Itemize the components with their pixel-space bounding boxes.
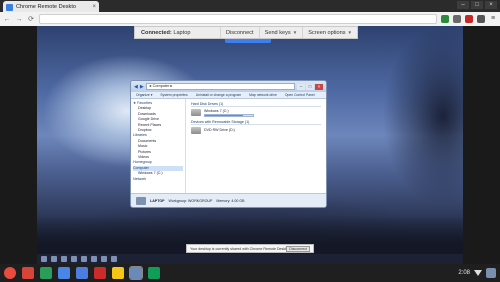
explorer-content: Hard Disk Drives (1) Windows 7 (C:) Devi… [186,99,326,193]
chrome-icon[interactable] [4,267,16,279]
connection-bar-toggle[interactable] [225,39,271,43]
tab-close-icon[interactable]: × [92,4,96,10]
chromeos-shelf: 2:08 [0,264,500,282]
connection-status: Connected: Laptop [135,30,220,36]
send-keys-label: Send keys [264,29,291,36]
close-window-button[interactable]: × [485,1,497,9]
extension-icon[interactable] [453,15,461,23]
maximize-button[interactable]: □ [471,1,483,9]
chrome-menu-icon[interactable]: ≡ [489,15,497,23]
disconnect-label: Disconnect [225,29,254,36]
taskbar-app-icon[interactable] [91,256,97,262]
explorer-window-controls: – □ × [297,83,323,90]
clock: 2:08 [458,270,470,276]
extension-icon[interactable] [477,15,485,23]
drive-usage-bar [204,114,254,117]
explorer-details-pane: LAPTOP Workgroup: WORKGROUP Memory: 4.00… [131,193,326,207]
forward-arrow-icon[interactable]: ▶ [140,84,144,90]
memory-text: Memory: 4.00 GB [216,199,245,203]
drive-c-label: Windows 7 (C:) [204,109,229,113]
status-area[interactable]: 2:08 [458,268,496,278]
explorer-body: ★ Favorites Desktop Downloads Google Drive R… [131,99,326,193]
shelf-apps [4,266,160,280]
computer-icon [136,197,146,205]
gmail-icon[interactable] [22,267,34,279]
disconnect-button[interactable]: Disconnect [219,27,259,38]
forward-button[interactable]: → [15,16,23,23]
system-properties-menu[interactable]: System properties [160,92,187,98]
back-button[interactable]: ← [3,16,11,23]
start-button-icon[interactable] [41,256,47,262]
connection-label: Connected: [141,29,172,36]
browser-window-frame: Chrome Remote Deskto × – □ × ← → ⟳ ≡ [0,0,500,26]
sharing-notification: Your desktop is currently shared with Ch… [186,244,314,253]
minimize-button[interactable]: – [457,1,469,9]
reload-button[interactable]: ⟳ [27,15,35,23]
dvd-drive-label: DVD RW Drive (D:) [204,128,235,132]
docs-icon[interactable] [76,267,88,279]
tab-title: Chrome Remote Deskto [16,4,76,10]
map-network-drive-menu[interactable]: Map network drive [249,92,277,98]
dvd-drive[interactable]: DVD RW Drive (D:) [191,126,321,134]
workgroup-text: Workgroup: WORKGROUP [168,199,213,203]
computer-name: LAPTOP [150,199,165,203]
remote-desktop-icon[interactable] [129,266,143,280]
dropdown-arrow-icon: ▼ [347,30,352,35]
window-controls: – □ × [457,1,497,9]
user-avatar [486,268,496,278]
explorer-command-bar: Organize ▾ System properties Uninstall o… [131,92,326,99]
explorer-address-bar[interactable]: ▸ Computer ▸ [145,83,295,90]
sharing-message: Your desktop is currently shared with Ch… [190,246,287,251]
keep-icon[interactable] [112,267,124,279]
tab-strip: Chrome Remote Deskto × – □ × [0,0,500,13]
search-icon[interactable] [58,267,70,279]
back-arrow-icon[interactable]: ◀ [134,84,138,90]
taskbar-app-icon[interactable] [101,256,107,262]
dvd-drive-icon [191,126,201,134]
taskbar-app-icon[interactable] [111,256,117,262]
taskbar-app-icon[interactable] [61,256,67,262]
uninstall-program-menu[interactable]: Uninstall or change a program [196,92,241,98]
explorer-minimize-button[interactable]: – [297,83,305,90]
drive-icon[interactable] [40,267,52,279]
organize-menu[interactable]: Organize ▾ [136,92,152,98]
notification-disconnect-button[interactable]: Disconnect [286,245,310,252]
explorer-close-button[interactable]: × [315,83,323,90]
removable-storage-header: Devices with Removable Storage (1) [191,120,321,125]
connection-host: Laptop [173,29,191,36]
explorer-titlebar[interactable]: ◀ ▶ ▸ Computer ▸ – □ × [131,81,326,92]
drive-usage-fill [205,115,244,116]
nav-item[interactable]: Network [133,177,183,182]
extension-icon[interactable] [441,15,449,23]
explorer-window[interactable]: ◀ ▶ ▸ Computer ▸ – □ × Organize ▾ System… [130,80,327,208]
youtube-icon[interactable] [94,267,106,279]
wifi-icon [474,270,482,276]
connection-bar: Connected: Laptop Disconnect Send keys ▼… [134,26,358,39]
hangouts-icon[interactable] [148,267,160,279]
dropdown-arrow-icon: ▼ [292,30,298,35]
remote-windows-taskbar[interactable] [37,254,463,264]
drive-c[interactable]: Windows 7 (C:) [191,109,321,117]
taskbar-app-icon[interactable] [81,256,87,262]
screen-options-button[interactable]: Screen options ▼ [302,27,357,38]
taskbar-app-icon[interactable] [51,256,57,262]
extension-icon[interactable] [465,15,473,23]
browser-toolbar: ← → ⟳ ≡ [0,12,500,26]
send-keys-button[interactable]: Send keys ▼ [258,27,303,38]
taskbar-app-icon[interactable] [71,256,77,262]
hard-disk-header: Hard Disk Drives (1) [191,102,321,107]
address-bar[interactable] [39,14,437,24]
remote-desktop-favicon-icon [6,3,13,11]
hard-drive-icon [191,109,201,117]
explorer-maximize-button[interactable]: □ [306,83,314,90]
open-control-panel-menu[interactable]: Open Control Panel [285,92,315,98]
screen-options-label: Screen options [308,29,346,36]
explorer-navigation-pane: ★ Favorites Desktop Downloads Google Drive R… [131,99,186,193]
